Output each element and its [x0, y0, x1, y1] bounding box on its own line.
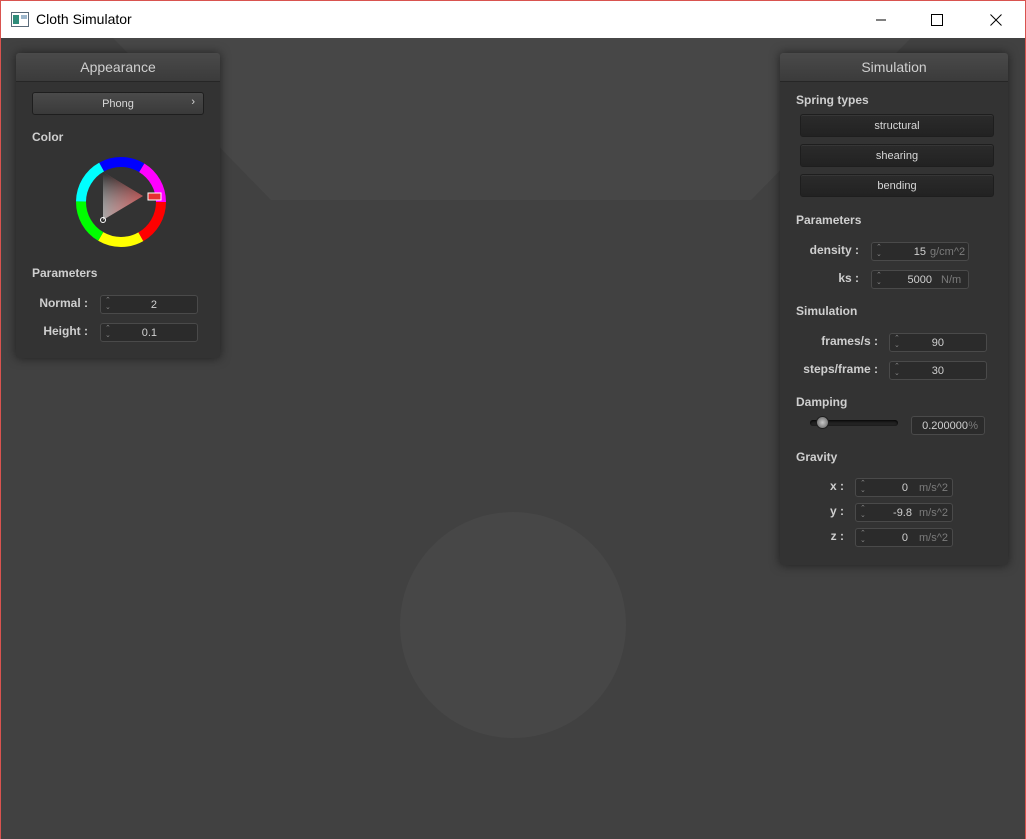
sim-params-label: Parameters: [796, 213, 862, 227]
gravity-x-label: x :: [829, 479, 844, 493]
density-value: 15: [913, 246, 926, 258]
gravity-z-value: 0: [901, 532, 908, 544]
gravity-y-unit: m/s^2: [919, 507, 948, 519]
title-bar[interactable]: Cloth Simulator: [1, 1, 1025, 38]
spinner-icon[interactable]: ⌃ ⌄: [876, 244, 883, 259]
window-title: Cloth Simulator: [36, 11, 132, 27]
gravity-y-value: -9.8: [893, 507, 912, 519]
maximize-button[interactable]: [914, 1, 960, 38]
spring-types-label: Spring types: [796, 93, 869, 107]
structural-toggle[interactable]: structural: [800, 114, 994, 137]
fps-input[interactable]: ⌃ ⌄ 90: [889, 333, 987, 352]
height-label: Height :: [43, 324, 88, 338]
damping-input[interactable]: 0.200000 %: [911, 416, 985, 435]
close-icon: [990, 13, 1002, 26]
maximize-icon: [931, 13, 943, 26]
spinner-icon[interactable]: ⌃ ⌄: [894, 335, 901, 350]
gravity-label: Gravity: [796, 450, 838, 464]
appearance-params-label: Parameters: [32, 266, 98, 280]
gravity-z-unit: m/s^2: [919, 532, 948, 544]
damping-label: Damping: [796, 395, 848, 409]
structural-label: structural: [874, 120, 920, 132]
gravity-x-value: 0: [901, 482, 908, 494]
damping-unit: %: [968, 420, 978, 432]
ks-unit: N/m: [941, 274, 962, 286]
gravity-x-unit: m/s^2: [919, 482, 948, 494]
sphere-shape: [400, 512, 626, 738]
spinner-icon[interactable]: ⌃ ⌄: [860, 480, 867, 495]
gravity-y-input[interactable]: ⌃ ⌄ -9.8 m/s^2: [855, 503, 953, 522]
chevron-right-icon: ›: [191, 96, 195, 108]
close-button[interactable]: [973, 1, 1019, 38]
damping-value: 0.200000: [922, 420, 968, 432]
hue-marker: [147, 192, 162, 201]
appearance-panel: Appearance Phong › Color Parameters Norm…: [16, 53, 220, 358]
simulation-panel: Simulation Spring types structural shear…: [780, 53, 1008, 565]
shearing-label: shearing: [875, 150, 919, 162]
steps-label: steps/frame :: [803, 362, 878, 376]
render-viewport[interactable]: Appearance Phong › Color Parameters Norm…: [1, 38, 1025, 839]
spinner-icon[interactable]: ⌃ ⌄: [876, 272, 883, 287]
height-value: 0.1: [141, 327, 157, 339]
gravity-z-label: z :: [830, 529, 844, 543]
sim-section-label: Simulation: [796, 304, 858, 318]
spinner-icon[interactable]: ⌃ ⌄: [105, 325, 112, 340]
simulation-header[interactable]: Simulation: [780, 53, 1008, 82]
gravity-y-label: y :: [829, 504, 844, 518]
appearance-header[interactable]: Appearance: [16, 53, 220, 82]
minimize-button[interactable]: [858, 1, 904, 38]
spinner-icon[interactable]: ⌃ ⌄: [860, 505, 867, 520]
shearing-toggle[interactable]: shearing: [800, 144, 994, 167]
slider-handle[interactable]: [816, 416, 829, 429]
bending-toggle[interactable]: bending: [800, 174, 994, 197]
gravity-x-input[interactable]: ⌃ ⌄ 0 m/s^2: [855, 478, 953, 497]
ks-value: 5000: [907, 274, 932, 286]
app-window: Cloth Simulator Appearance Phong › Color: [0, 0, 1026, 839]
minimize-icon: [876, 19, 886, 20]
shader-dropdown-value: Phong: [102, 98, 134, 110]
color-label: Color: [32, 130, 64, 144]
app-icon: [11, 12, 29, 27]
steps-value: 30: [931, 365, 944, 377]
fps-value: 90: [931, 337, 944, 349]
spinner-icon[interactable]: ⌃ ⌄: [860, 530, 867, 545]
density-input[interactable]: ⌃ ⌄ 15 g/cm^2: [871, 242, 969, 261]
fps-label: frames/s :: [821, 334, 878, 348]
density-unit: g/cm^2: [930, 246, 966, 258]
steps-input[interactable]: ⌃ ⌄ 30: [889, 361, 987, 380]
spinner-icon[interactable]: ⌃ ⌄: [894, 363, 901, 378]
shader-dropdown[interactable]: Phong ›: [32, 92, 204, 115]
damping-slider[interactable]: [810, 416, 898, 429]
color-wheel[interactable]: [71, 152, 171, 252]
ks-label: ks :: [838, 271, 859, 285]
normal-input[interactable]: ⌃ ⌄ 2: [100, 295, 198, 314]
normal-label: Normal :: [39, 296, 88, 310]
ks-input[interactable]: ⌃ ⌄ 5000 N/m: [871, 270, 969, 289]
spinner-icon[interactable]: ⌃ ⌄: [105, 297, 112, 312]
normal-value: 2: [150, 299, 157, 311]
gravity-z-input[interactable]: ⌃ ⌄ 0 m/s^2: [855, 528, 953, 547]
height-input[interactable]: ⌃ ⌄ 0.1: [100, 323, 198, 342]
bending-label: bending: [877, 180, 917, 192]
density-label: density :: [809, 243, 859, 257]
